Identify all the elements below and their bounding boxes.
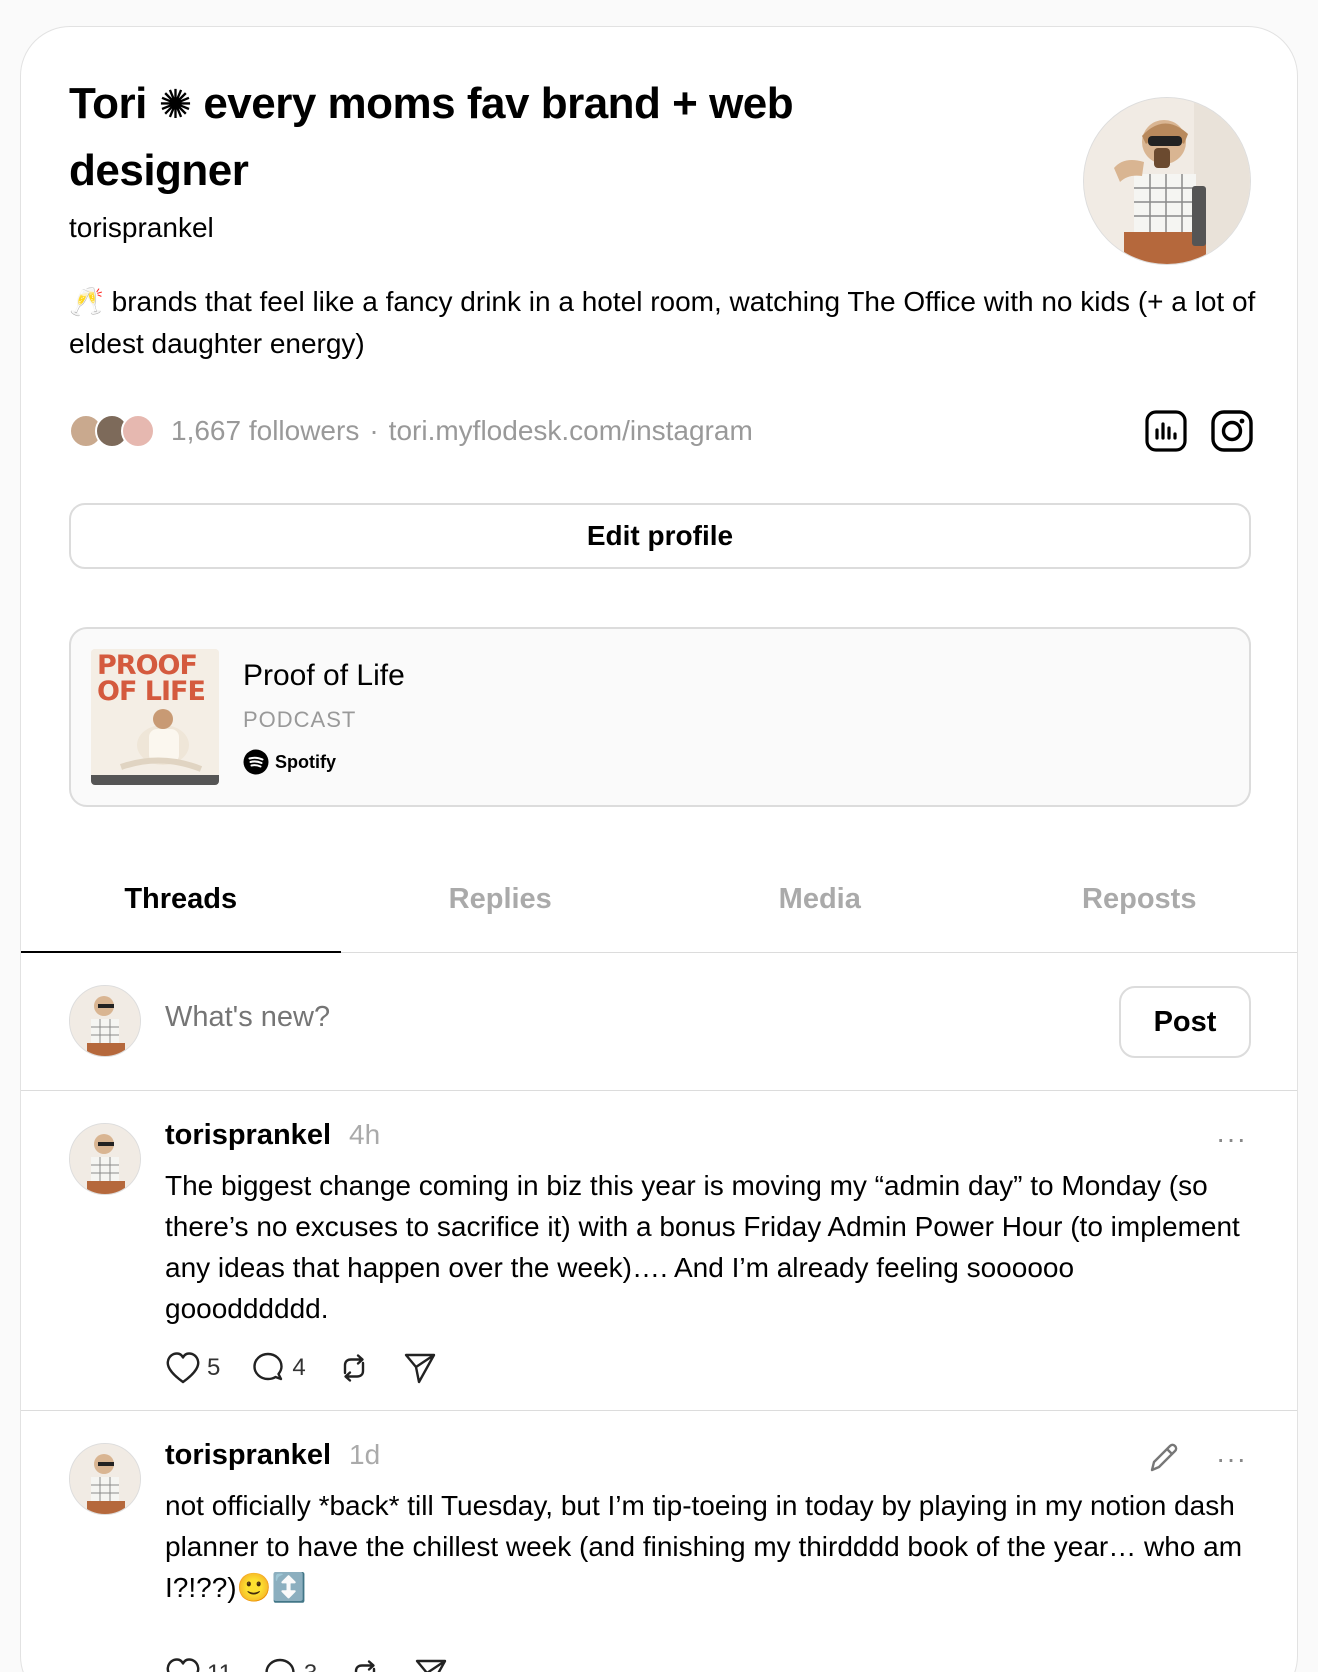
- like-button[interactable]: 11: [165, 1657, 232, 1672]
- follower-avatar: [121, 414, 155, 448]
- sparkle-icon: ✺: [158, 83, 193, 127]
- share-button[interactable]: [402, 1351, 438, 1385]
- tab-media[interactable]: Media: [660, 847, 980, 952]
- thread-username[interactable]: torisprankel: [165, 1439, 331, 1472]
- profile-tabs: Threads Replies Media Reposts: [21, 847, 1298, 953]
- thread-item[interactable]: torisprankel 1d ··· not officially *back…: [21, 1411, 1297, 1672]
- composer-avatar: [69, 985, 141, 1057]
- reply-count: 4: [292, 1354, 306, 1381]
- podcast-cover-title: PROOF OF LIFE: [97, 652, 206, 707]
- like-count: 5: [207, 1354, 221, 1381]
- profile-header: Tori ✺ every moms fav brand + web design…: [69, 71, 1251, 265]
- reply-count: 3: [304, 1660, 317, 1672]
- podcast-card[interactable]: PROOF OF LIFE Proof of Life PODCAST Spoti…: [69, 627, 1251, 807]
- thread-actions: 11 3: [165, 1657, 479, 1672]
- like-count: 11: [207, 1660, 232, 1672]
- more-options-icon[interactable]: ···: [1216, 1123, 1247, 1155]
- profile-link[interactable]: tori.myflodesk.com/instagram: [389, 415, 753, 447]
- spotify-icon: [243, 749, 269, 775]
- composer: Post: [21, 953, 1297, 1091]
- instagram-icon[interactable]: [1211, 410, 1253, 452]
- send-icon: [404, 1353, 435, 1384]
- meta-text: 1,667 followers · tori.myflodesk.com/ins…: [171, 415, 753, 447]
- repost-button[interactable]: [347, 1657, 383, 1672]
- profile-bio: 🥂 brands that feel like a fancy drink in…: [69, 281, 1259, 365]
- bio-text: brands that feel like a fancy drink in a…: [69, 286, 1256, 359]
- tab-reposts[interactable]: Reposts: [980, 847, 1298, 952]
- spotify-label: Spotify: [275, 751, 336, 772]
- podcast-cover-line2: OF LIFE: [97, 676, 206, 707]
- heart-icon: [166, 1352, 200, 1384]
- repost-icon: [343, 1354, 364, 1382]
- thread-timestamp: 1d: [349, 1439, 381, 1470]
- follower-avatars[interactable]: [69, 414, 155, 448]
- thread-timestamp: 4h: [349, 1119, 381, 1150]
- thread-username[interactable]: torisprankel: [165, 1119, 331, 1152]
- thread-text: not officially *back* till Tuesday, but …: [165, 1490, 1243, 1603]
- thread-text: The biggest change coming in biz this ye…: [165, 1170, 1240, 1324]
- podcast-type: PODCAST: [243, 707, 357, 732]
- meta-icons: [1145, 410, 1253, 452]
- reply-button[interactable]: 3: [262, 1657, 317, 1672]
- composer-input[interactable]: [165, 1001, 865, 1034]
- thread-header: torisprankel 1d: [165, 1439, 380, 1472]
- tab-threads[interactable]: Threads: [21, 847, 341, 953]
- podcast-cover: PROOF OF LIFE: [91, 649, 219, 785]
- send-icon: [416, 1659, 447, 1672]
- insights-icon[interactable]: [1145, 410, 1187, 452]
- champagne-icon: 🥂: [69, 286, 104, 317]
- thread-avatar[interactable]: [69, 1443, 141, 1515]
- profile-card: Tori ✺ every moms fav brand + web design…: [20, 26, 1298, 1672]
- followers-count[interactable]: 1,667 followers: [171, 415, 359, 447]
- display-name-first: Tori: [69, 79, 147, 128]
- pencil-icon[interactable]: [1147, 1441, 1181, 1480]
- thread-item[interactable]: torisprankel 4h ··· The biggest change c…: [21, 1091, 1297, 1411]
- profile-handle: torisprankel: [69, 212, 214, 243]
- profile-avatar[interactable]: [1083, 97, 1251, 265]
- repost-icon: [355, 1660, 376, 1672]
- spotify-logo: Spotify: [243, 749, 336, 775]
- comment-icon: [265, 1658, 295, 1672]
- comment-icon: [253, 1352, 284, 1381]
- podcast-title: Proof of Life: [243, 659, 405, 692]
- more-options-icon[interactable]: ···: [1216, 1443, 1247, 1475]
- profile-meta-row: 1,667 followers · tori.myflodesk.com/ins…: [69, 405, 1253, 457]
- thread-actions: 5 4: [165, 1351, 468, 1385]
- repost-button[interactable]: [336, 1351, 372, 1385]
- display-name: Tori ✺ every moms fav brand + web design…: [69, 71, 889, 204]
- thread-avatar[interactable]: [69, 1123, 141, 1195]
- post-button[interactable]: Post: [1119, 986, 1251, 1058]
- heart-icon: [166, 1658, 200, 1672]
- reply-button[interactable]: 4: [250, 1351, 306, 1385]
- meta-separator: ·: [369, 415, 379, 446]
- thread-header: torisprankel 4h: [165, 1119, 380, 1152]
- like-button[interactable]: 5: [165, 1351, 220, 1385]
- share-button[interactable]: [413, 1657, 449, 1672]
- tab-replies[interactable]: Replies: [341, 847, 661, 952]
- edit-profile-button[interactable]: Edit profile: [69, 503, 1251, 569]
